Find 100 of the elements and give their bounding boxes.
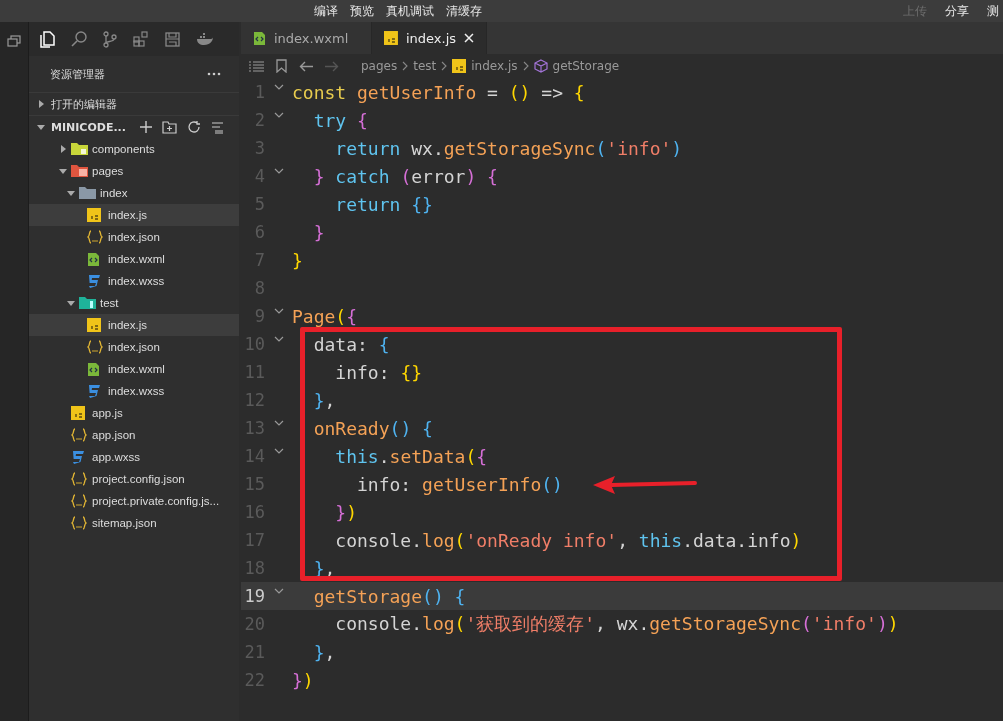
toolbar-button[interactable]: 预览: [348, 2, 376, 20]
collapsed-caret-icon[interactable]: [59, 145, 67, 153]
chevron-icon: [441, 61, 448, 71]
tree-item[interactable]: index.wxml: [29, 248, 239, 270]
bookmark-icon[interactable]: [276, 59, 287, 73]
wxml-file-icon: [253, 30, 266, 46]
fold-chevron-icon[interactable]: [273, 588, 284, 594]
js-file-icon: [384, 31, 398, 45]
tree-item[interactable]: project.private.config.js...: [29, 490, 239, 512]
code-line: }): [292, 669, 314, 691]
tree-item[interactable]: index.js: [29, 314, 239, 336]
json-file-icon: [71, 516, 87, 530]
code-line: return wx.getStorageSync('info'): [334, 137, 683, 159]
close-icon[interactable]: [464, 33, 474, 43]
code-line: data: {: [312, 333, 390, 355]
branch-icon[interactable]: [103, 30, 117, 48]
tree-item[interactable]: index.wxss: [29, 270, 239, 292]
tree-item[interactable]: index: [29, 182, 239, 204]
section-header[interactable]: MINICODE...: [29, 115, 239, 138]
json-file-icon: [87, 230, 103, 244]
fold-chevron-icon[interactable]: [273, 84, 284, 90]
toolbar-button[interactable]: 真机调试: [384, 2, 436, 20]
toolbar-button[interactable]: 分享: [943, 2, 971, 20]
fold-chevron-icon[interactable]: [273, 448, 284, 454]
fold-chevron-icon[interactable]: [273, 168, 284, 174]
code-line: const getUserInfo = () => {: [292, 81, 585, 103]
breadcrumb-item[interactable]: pages: [361, 59, 398, 73]
expanded-caret-icon[interactable]: [67, 299, 75, 307]
collapsed-caret-icon[interactable]: [37, 100, 45, 108]
tree-item[interactable]: pages: [29, 160, 239, 182]
tab-label: index.js: [405, 30, 457, 46]
chevron-icon: [402, 61, 409, 71]
tree-item[interactable]: app.json: [29, 424, 239, 446]
toolbar-button[interactable]: 编译: [312, 2, 340, 20]
code-line: console.log('onReady info', this.data.info): [334, 529, 802, 551]
tab-label: index.wxml: [274, 30, 349, 46]
code-line: getStorage() {: [312, 585, 466, 607]
expanded-caret-icon[interactable]: [37, 123, 45, 131]
code-line: } catch (error) {: [312, 165, 498, 187]
code-line: Page({: [292, 305, 358, 327]
tree-item[interactable]: index.json: [29, 226, 239, 248]
new-folder-icon[interactable]: [161, 120, 177, 134]
json-file-icon: [71, 428, 87, 442]
js-file-icon: [87, 208, 101, 222]
tree-item[interactable]: index.wxss: [29, 380, 239, 402]
expanded-caret-icon[interactable]: [59, 167, 67, 175]
folder-icon: [79, 296, 96, 310]
fold-chevron-icon[interactable]: [273, 308, 284, 314]
cube-icon: [533, 59, 548, 73]
tree-item[interactable]: app.js: [29, 402, 239, 424]
tree-item[interactable]: index.wxml: [29, 358, 239, 380]
wxss-file-icon: [87, 274, 101, 288]
wxml-file-icon: [87, 361, 100, 377]
breadcrumb-item[interactable]: index.js: [471, 59, 518, 73]
tree-item[interactable]: index.json: [29, 336, 239, 358]
js-file-icon: [87, 318, 101, 332]
collapse-all-icon[interactable]: [210, 120, 224, 134]
code-line: }: [312, 221, 325, 243]
code-line: return {}: [334, 193, 433, 215]
code-line: },: [312, 389, 336, 411]
wxml-file-icon: [87, 251, 100, 267]
whale-icon[interactable]: [196, 32, 213, 46]
breadcrumb-item[interactable]: test: [413, 59, 437, 73]
tree-item[interactable]: sitemap.json: [29, 512, 239, 534]
code-line: console.log('获取到的缓存', wx.getStorageSync('info')): [334, 612, 899, 636]
js-file-icon: [71, 406, 85, 420]
breadcrumb-item[interactable]: getStorage: [552, 59, 620, 73]
toolbar-button[interactable]: 测: [985, 2, 1001, 20]
back-arrow-icon[interactable]: [299, 60, 313, 72]
editor-tab[interactable]: index.js: [372, 22, 487, 54]
folder-icon: [71, 142, 88, 156]
toolbar-button[interactable]: 清缓存: [444, 2, 484, 20]
storage-icon[interactable]: [165, 31, 180, 47]
chevron-icon: [522, 61, 529, 71]
expanded-caret-icon[interactable]: [67, 189, 75, 197]
code-line: },: [312, 641, 336, 663]
windows-icon[interactable]: [7, 35, 21, 47]
fold-chevron-icon[interactable]: [273, 336, 284, 342]
json-file-icon: [71, 494, 87, 508]
tree-item[interactable]: project.config.json: [29, 468, 239, 490]
code-line: info: getUserInfo(): [356, 473, 563, 495]
refresh-icon[interactable]: [186, 120, 201, 134]
files-icon[interactable]: [39, 30, 55, 48]
tree-item[interactable]: components: [29, 138, 239, 160]
more-icon[interactable]: [207, 72, 221, 76]
line-number: 19: [243, 586, 265, 606]
section-label: MINICODE...: [51, 120, 126, 134]
json-file-icon: [71, 472, 87, 486]
fold-chevron-icon[interactable]: [273, 112, 284, 118]
code-line: this.setData({: [334, 445, 488, 467]
panel-title: 资源管理器: [50, 66, 105, 82]
tree-item[interactable]: app.wxss: [29, 446, 239, 468]
extensions-icon[interactable]: [133, 31, 149, 47]
search-icon[interactable]: [71, 31, 87, 47]
section-header[interactable]: 打开的编辑器: [29, 92, 239, 115]
json-file-icon: [87, 340, 103, 354]
tree-item[interactable]: index.js: [29, 204, 239, 226]
fold-chevron-icon[interactable]: [273, 420, 284, 426]
tree-item[interactable]: test: [29, 292, 239, 314]
plus-icon[interactable]: [139, 121, 152, 133]
